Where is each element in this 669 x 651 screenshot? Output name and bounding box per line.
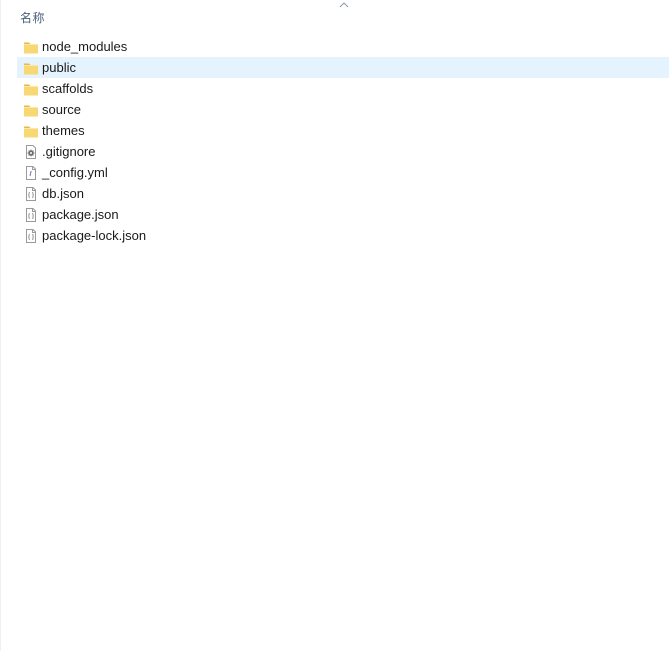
file-name-label: .gitignore	[42, 144, 96, 159]
file-list-item[interactable]: themes	[17, 120, 669, 141]
file-name-label: public	[42, 60, 76, 75]
file-name-label: scaffolds	[42, 81, 94, 96]
file-name-label: _config.yml	[42, 165, 108, 180]
file-list-item[interactable]: _config.yml	[17, 162, 669, 183]
json-file-icon	[23, 207, 39, 223]
file-list-item[interactable]: source	[17, 99, 669, 120]
file-name-label: db.json	[42, 186, 84, 201]
file-name-label: package.json	[42, 207, 119, 222]
json-file-icon	[23, 228, 39, 244]
file-name-label: package-lock.json	[42, 228, 147, 243]
folder-icon	[23, 102, 39, 118]
folder-icon	[23, 60, 39, 76]
name-column-header[interactable]: 名称	[20, 9, 45, 26]
column-header[interactable]: 名称	[1, 0, 669, 32]
file-name-label: themes	[42, 123, 85, 138]
file-list-item[interactable]: db.json	[17, 183, 669, 204]
file-list-item[interactable]: public	[17, 57, 669, 78]
file-list-item[interactable]: node_modules	[17, 36, 669, 57]
file-name-label: source	[42, 102, 82, 117]
file-list-pane: 名称 node_modulespublic scaffolds source them…	[0, 0, 669, 651]
folder-icon	[23, 123, 39, 139]
file-list-item[interactable]: package.json	[17, 204, 669, 225]
file-list-item[interactable]: .gitignore	[17, 141, 669, 162]
sort-ascending-icon	[339, 2, 349, 8]
folder-icon	[23, 81, 39, 97]
gear-file-icon	[23, 144, 39, 160]
folder-icon	[23, 39, 39, 55]
file-list: node_modulespublic scaffolds source themes.…	[17, 36, 669, 246]
file-list-item[interactable]: scaffolds	[17, 78, 669, 99]
file-name-label: node_modules	[42, 39, 128, 54]
json-file-icon	[23, 186, 39, 202]
file-list-item[interactable]: package-lock.json	[17, 225, 669, 246]
text-file-icon	[23, 165, 39, 181]
